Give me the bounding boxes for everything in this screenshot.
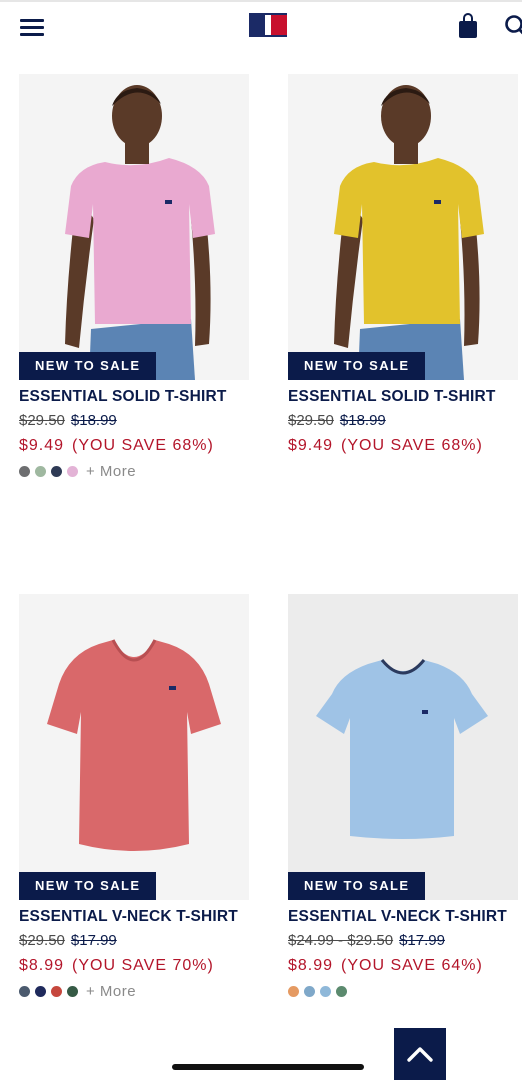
scroll-to-top-button[interactable]	[394, 1028, 446, 1080]
product-name[interactable]: ESSENTIAL SOLID T-SHIRT	[288, 388, 520, 406]
color-swatch[interactable]	[304, 986, 315, 997]
color-swatches: + More	[19, 983, 251, 999]
color-swatch[interactable]	[19, 986, 30, 997]
savings-text: (YOU SAVE 64%)	[341, 957, 483, 974]
original-price: $29.50	[19, 412, 65, 429]
new-to-sale-badge: NEW TO SALE	[19, 352, 156, 380]
price-history: $29.50 $18.99	[288, 412, 520, 429]
product-name[interactable]: ESSENTIAL V-NECK T-SHIRT	[288, 908, 520, 926]
product-name[interactable]: ESSENTIAL V-NECK T-SHIRT	[19, 908, 251, 926]
product-image[interactable]: NEW TO SALE	[19, 74, 249, 380]
price-history: $24.99 - $29.50 $17.99	[288, 932, 520, 949]
product-card[interactable]: NEW TO SALE ESSENTIAL SOLID T-SHIRT $29.…	[19, 74, 251, 479]
product-image[interactable]: NEW TO SALE	[288, 74, 518, 380]
sale-price: $8.99	[288, 957, 333, 974]
color-swatches: + More	[19, 463, 251, 479]
savings-text: (YOU SAVE 68%)	[341, 437, 483, 454]
site-header	[0, 2, 522, 54]
color-swatch[interactable]	[19, 466, 30, 477]
previous-price: $18.99	[71, 412, 117, 429]
sale-price-line: $8.99 (YOU SAVE 64%)	[288, 957, 520, 975]
shopping-bag-icon[interactable]	[458, 13, 478, 39]
chevron-up-icon	[394, 1028, 446, 1080]
previous-price: $18.99	[340, 412, 386, 429]
tommy-flag-logo[interactable]	[249, 13, 287, 37]
search-icon[interactable]	[504, 14, 522, 38]
sale-price: $9.49	[19, 437, 64, 454]
sale-price: $8.99	[19, 957, 64, 974]
color-swatch[interactable]	[35, 986, 46, 997]
previous-price: $17.99	[71, 932, 117, 949]
product-card[interactable]: NEW TO SALE ESSENTIAL SOLID T-SHIRT $29.…	[288, 74, 520, 455]
new-to-sale-badge: NEW TO SALE	[288, 872, 425, 900]
more-colors-link[interactable]: + More	[86, 983, 136, 1000]
home-indicator	[172, 1064, 364, 1070]
color-swatch[interactable]	[320, 986, 331, 997]
original-price: $24.99 - $29.50	[288, 932, 393, 949]
product-name[interactable]: ESSENTIAL SOLID T-SHIRT	[19, 388, 251, 406]
original-price: $29.50	[288, 412, 334, 429]
color-swatch[interactable]	[51, 466, 62, 477]
color-swatch[interactable]	[288, 986, 299, 997]
new-to-sale-badge: NEW TO SALE	[288, 352, 425, 380]
sale-price: $9.49	[288, 437, 333, 454]
product-image[interactable]: NEW TO SALE	[288, 594, 518, 900]
product-card[interactable]: NEW TO SALE ESSENTIAL V-NECK T-SHIRT $24…	[288, 594, 520, 999]
color-swatch[interactable]	[336, 986, 347, 997]
sale-price-line: $9.49 (YOU SAVE 68%)	[288, 437, 520, 455]
sale-price-line: $9.49 (YOU SAVE 68%)	[19, 437, 251, 455]
color-swatches	[288, 983, 520, 999]
more-colors-link[interactable]: + More	[86, 463, 136, 480]
product-card[interactable]: NEW TO SALE ESSENTIAL V-NECK T-SHIRT $29…	[19, 594, 251, 999]
price-history: $29.50 $17.99	[19, 932, 251, 949]
product-image[interactable]: NEW TO SALE	[19, 594, 249, 900]
new-to-sale-badge: NEW TO SALE	[19, 872, 156, 900]
hamburger-menu-icon[interactable]	[20, 17, 46, 37]
previous-price: $17.99	[399, 932, 445, 949]
color-swatch[interactable]	[67, 466, 78, 477]
original-price: $29.50	[19, 932, 65, 949]
savings-text: (YOU SAVE 70%)	[72, 957, 214, 974]
color-swatch[interactable]	[67, 986, 78, 997]
savings-text: (YOU SAVE 68%)	[72, 437, 214, 454]
color-swatch[interactable]	[35, 466, 46, 477]
sale-price-line: $8.99 (YOU SAVE 70%)	[19, 957, 251, 975]
price-history: $29.50 $18.99	[19, 412, 251, 429]
color-swatch[interactable]	[51, 986, 62, 997]
